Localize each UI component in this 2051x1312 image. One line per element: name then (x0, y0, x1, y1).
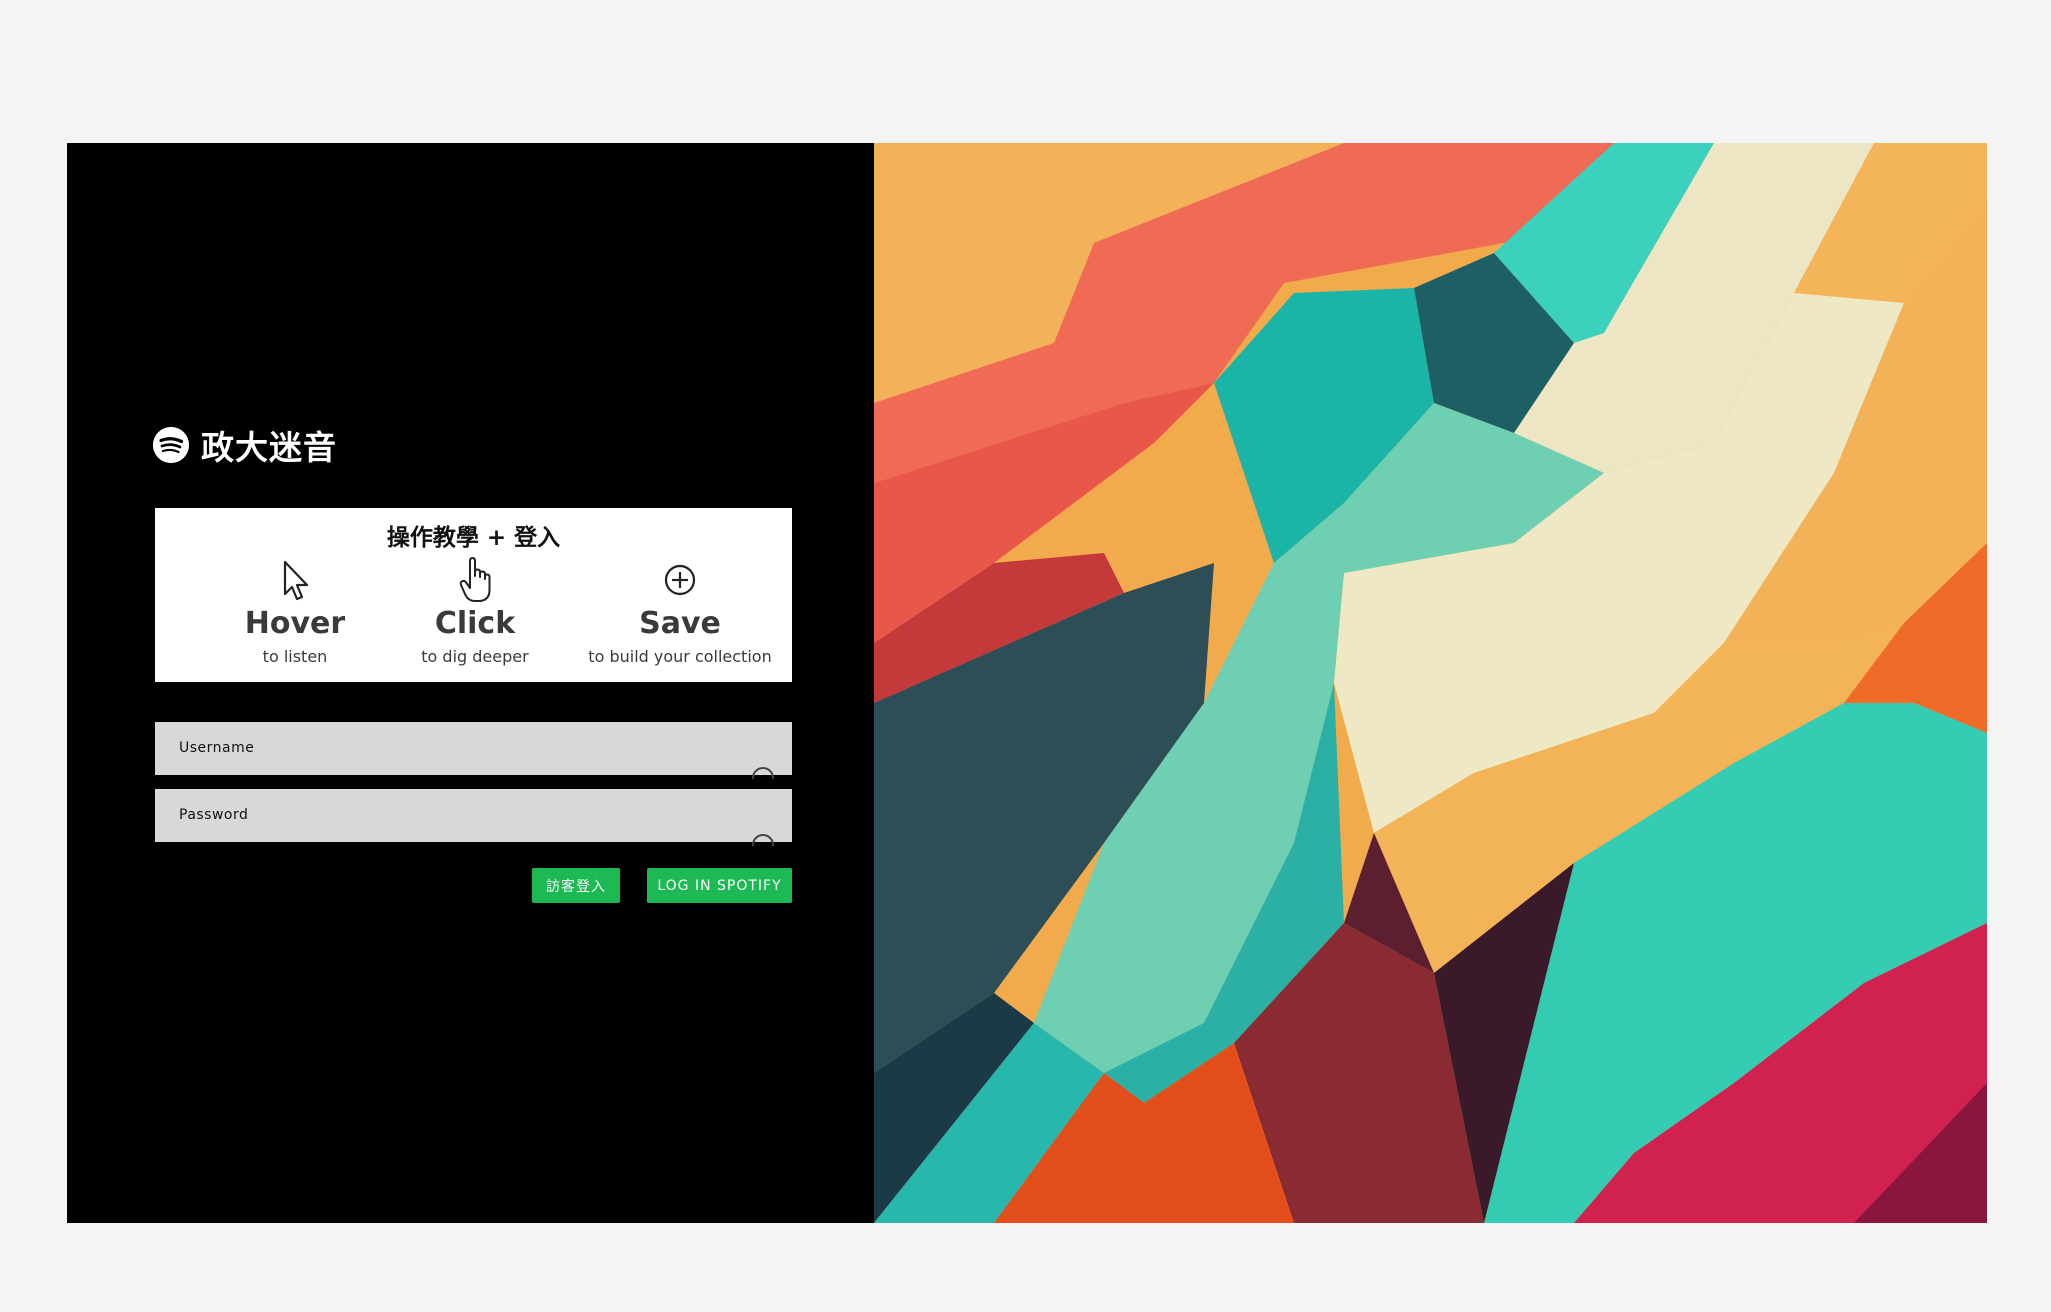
login-frame: 政大迷音 操作教學 + 登入 Hover to listen Click to … (67, 143, 1987, 1223)
step-name: Save (639, 606, 721, 641)
step-name: Click (434, 606, 516, 641)
spotify-login-button[interactable]: LOG IN SPOTIFY (647, 868, 792, 903)
step-click: Click to dig deeper (365, 556, 585, 666)
eye-icon (752, 834, 774, 846)
plus-circle-icon (565, 556, 795, 604)
password-field[interactable]: Password (155, 789, 792, 846)
background-artwork (874, 143, 1987, 1223)
app-title: 政大迷音 (201, 428, 337, 467)
login-panel: 政大迷音 操作教學 + 登入 Hover to listen Click to … (67, 143, 874, 1223)
step-desc: to build your collection (588, 647, 772, 666)
spotify-icon (153, 427, 189, 463)
hand-click-icon (365, 556, 585, 604)
step-save: Save to build your collection (565, 556, 795, 666)
tutorial-title: 操作教學 + 登入 (386, 525, 561, 551)
step-desc: to dig deeper (421, 647, 529, 666)
guest-login-button[interactable]: 訪客登入 (532, 868, 620, 903)
brand: 政大迷音 (153, 421, 337, 469)
eye-icon (752, 767, 774, 779)
username-field[interactable]: Username (155, 722, 792, 779)
tutorial-card: 操作教學 + 登入 Hover to listen Click to dig d… (155, 508, 792, 682)
